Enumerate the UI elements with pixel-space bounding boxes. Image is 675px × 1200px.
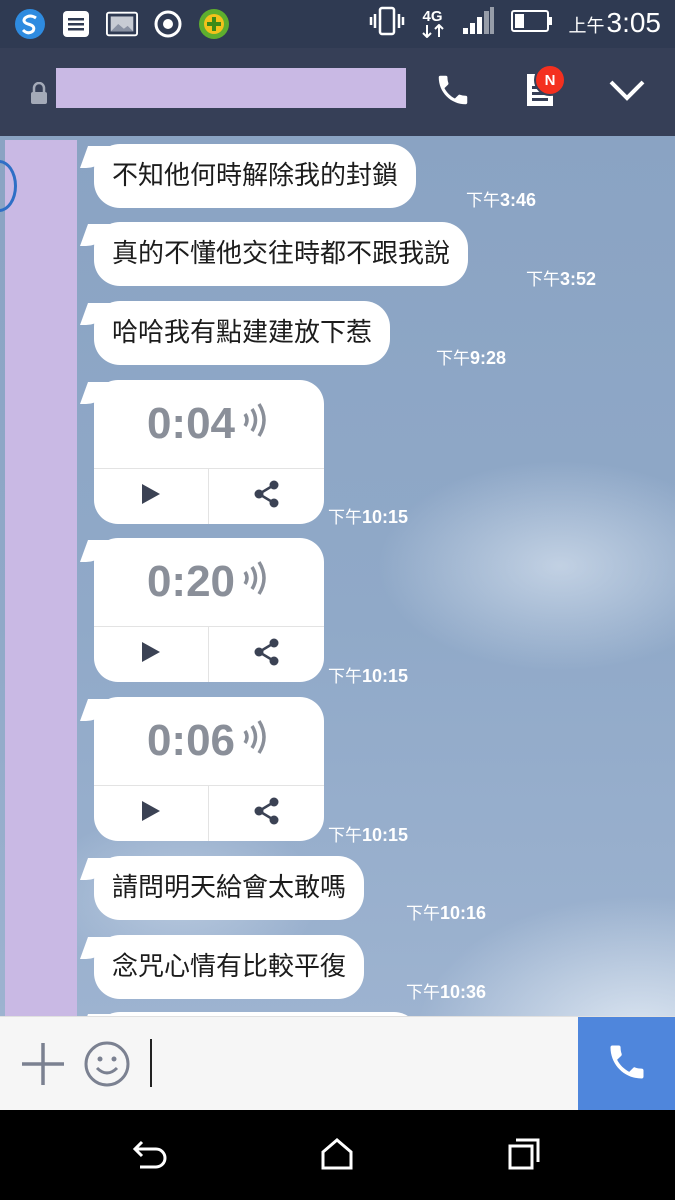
share-icon <box>253 797 281 829</box>
share-button[interactable] <box>209 468 324 524</box>
sound-wave-icon <box>241 399 271 449</box>
back-icon <box>132 1138 168 1174</box>
network-type: 4G <box>421 9 445 38</box>
notes-badge: N <box>534 64 566 96</box>
sound-wave-icon <box>241 557 271 607</box>
message-bubble[interactable]: 哈哈我有點建建放下惹 <box>94 301 391 365</box>
plus-icon <box>18 1043 68 1093</box>
call-icon <box>605 1040 649 1088</box>
message-time: 下午10:16 <box>406 903 487 924</box>
chevron-down-icon <box>607 78 647 106</box>
text-caret <box>150 1039 152 1087</box>
message-bubble[interactable]: 真的不懂他交往時都不跟我說 <box>94 222 469 286</box>
voice-duration: 0:06 <box>94 697 324 785</box>
avatar[interactable] <box>0 160 17 212</box>
message-bubble[interactable]: 念咒心情有比較平復 <box>94 935 365 999</box>
voice-duration: 0:04 <box>94 380 324 468</box>
vibrate-icon <box>369 6 405 40</box>
message-time: 下午10:15 <box>328 666 409 687</box>
status-bar: 4G 上午3:05 <box>0 0 675 48</box>
share-icon <box>253 480 281 512</box>
recents-button[interactable] <box>502 1134 546 1178</box>
expand-button[interactable] <box>605 70 649 114</box>
voice-message[interactable]: 0:20 <box>94 538 324 682</box>
game-icon <box>198 8 230 40</box>
play-icon <box>141 800 161 826</box>
chat-area[interactable]: 不知他何時解除我的封鎖 下午3:46 真的不懂他交往時都不跟我說 下午3:52 … <box>0 136 675 1016</box>
recents-icon <box>507 1137 541 1175</box>
back-button[interactable] <box>128 1134 172 1178</box>
message-time: 下午3:52 <box>526 269 597 290</box>
home-button[interactable] <box>315 1134 359 1178</box>
message-time: 下午9:28 <box>436 348 507 369</box>
record-icon <box>152 8 184 40</box>
play-icon <box>141 483 161 509</box>
home-icon <box>320 1137 354 1175</box>
message-time: 下午10:15 <box>328 507 409 528</box>
notes-icon: N <box>524 64 566 112</box>
share-icon <box>253 638 281 670</box>
system-nav-bar <box>0 1110 675 1200</box>
chat-header: N <box>0 48 675 136</box>
call-button[interactable] <box>578 1017 675 1111</box>
add-button[interactable] <box>18 1039 68 1089</box>
input-bar <box>0 1016 675 1111</box>
play-icon <box>141 641 161 667</box>
emoji-button[interactable] <box>82 1039 132 1089</box>
voice-message[interactable]: 0:06 <box>94 697 324 841</box>
image-icon <box>106 8 138 40</box>
message-time: 下午10:36 <box>406 982 487 1003</box>
call-button[interactable] <box>431 70 475 114</box>
message-bubble[interactable]: 請問明天給會太敢嗎 <box>94 856 365 920</box>
lock-icon <box>30 81 48 108</box>
emoji-icon <box>82 1041 132 1093</box>
notes-icon <box>60 8 92 40</box>
contact-name[interactable] <box>56 68 406 108</box>
voice-duration: 0:20 <box>94 538 324 626</box>
sound-wave-icon <box>241 716 271 766</box>
clock: 上午3:05 <box>568 7 662 38</box>
signal-icon <box>461 6 495 40</box>
share-button[interactable] <box>209 626 324 682</box>
browser-s-icon <box>14 8 46 40</box>
voice-message[interactable]: 0:04 <box>94 380 324 524</box>
play-button[interactable] <box>94 785 208 841</box>
call-icon <box>434 71 472 113</box>
play-button[interactable] <box>94 468 208 524</box>
message-bubble[interactable]: 不知他何時解除我的封鎖 <box>94 144 417 208</box>
play-button[interactable] <box>94 626 208 682</box>
message-time: 下午3:46 <box>466 190 537 211</box>
notes-button[interactable]: N <box>518 64 566 114</box>
message-time: 下午10:15 <box>328 825 409 846</box>
share-button[interactable] <box>209 785 324 841</box>
message-input[interactable] <box>148 1037 568 1091</box>
battery-icon <box>510 9 553 37</box>
avatar-column <box>0 140 77 1016</box>
